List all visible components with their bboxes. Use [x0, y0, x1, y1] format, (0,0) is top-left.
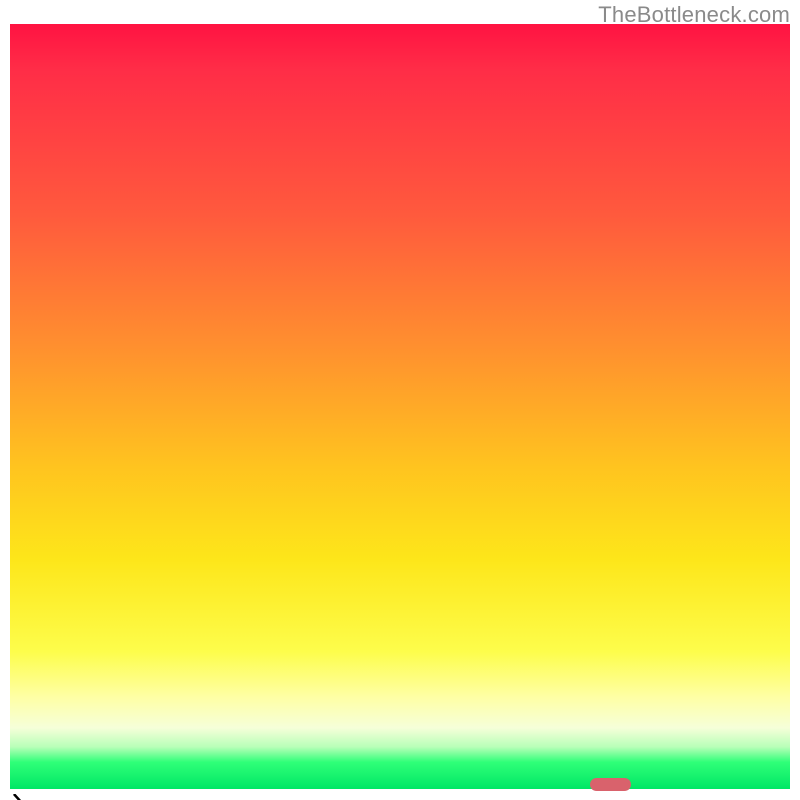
gradient-background	[10, 24, 790, 789]
chart-container: TheBottleneck.com	[0, 0, 800, 800]
curve-line	[14, 794, 790, 800]
valley-marker	[590, 778, 631, 790]
plot-area	[10, 24, 790, 789]
curve-layer	[10, 794, 790, 800]
